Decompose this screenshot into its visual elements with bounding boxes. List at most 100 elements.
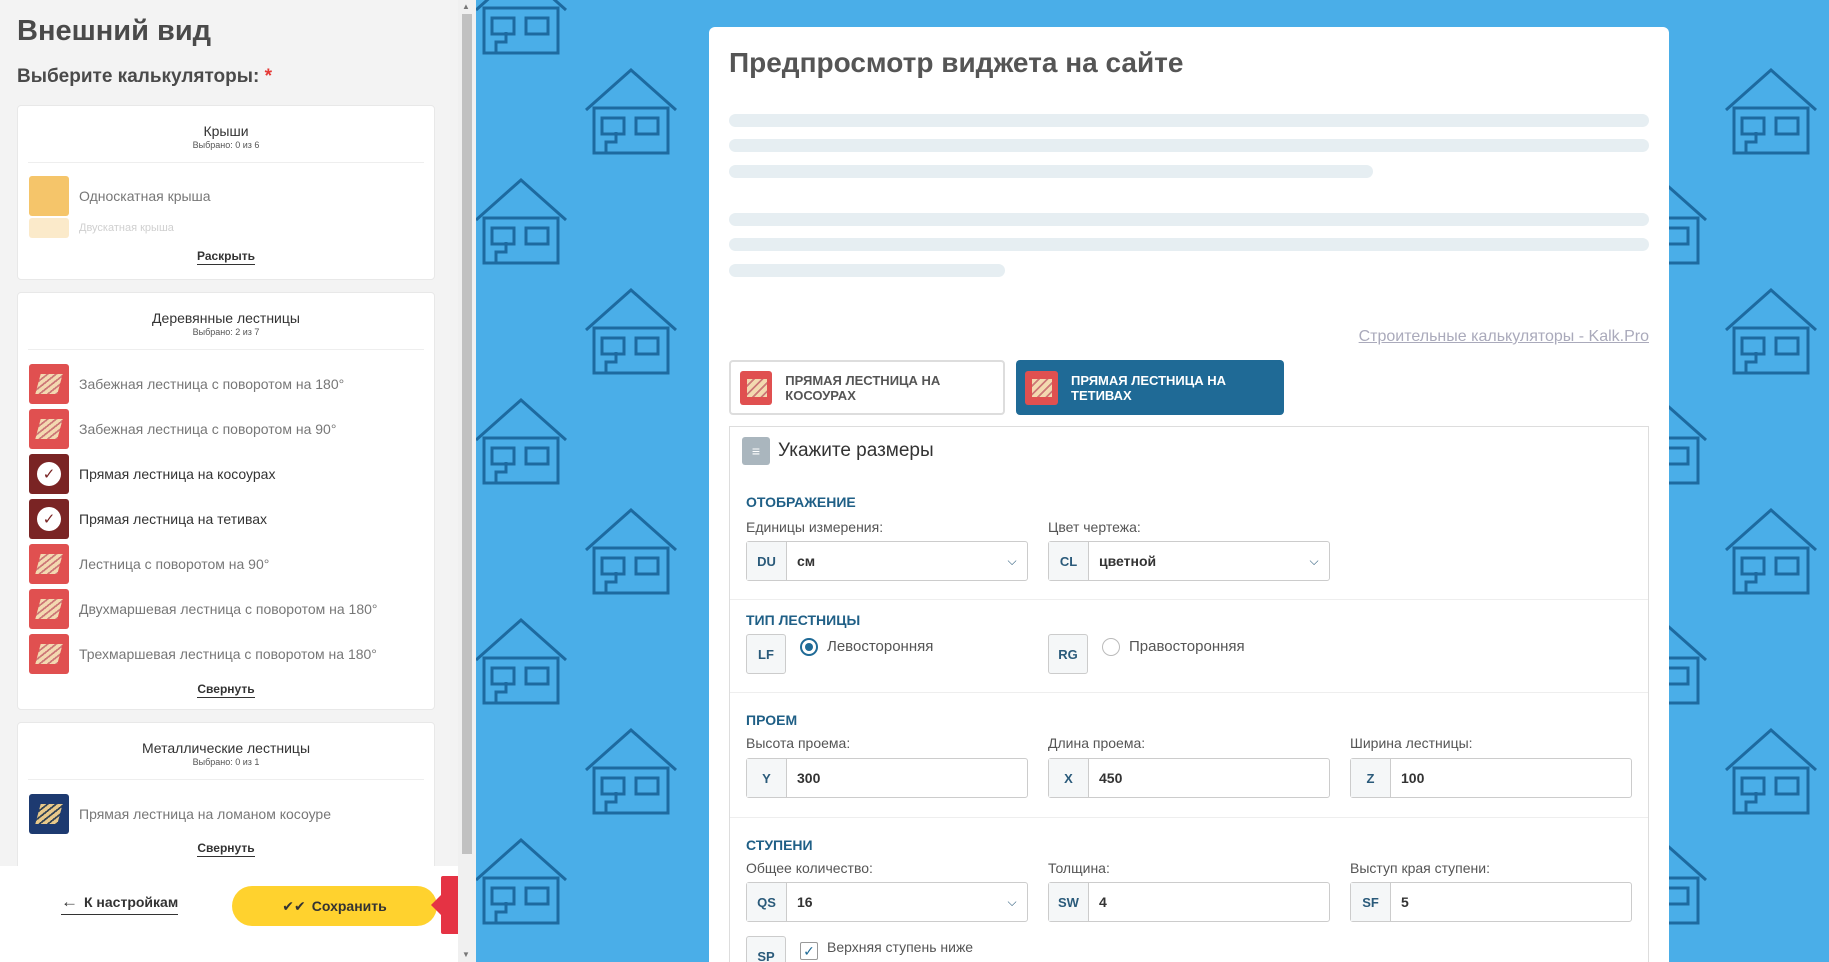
calc-item-selected[interactable]: ✓ Прямая лестница на тетивах [29,499,267,539]
stair-thumbnail [29,544,69,584]
input-value: 5 [1401,894,1409,910]
divider [730,817,1648,818]
field-code: X [1049,759,1089,797]
field-code: Z [1351,759,1391,797]
expand-toggle[interactable]: Раскрыть [18,249,434,265]
tab-straight-bowstring[interactable]: ПРЯМАЯ ЛЕСТНИЦА НА ТЕТИВАХ [1016,360,1284,415]
roof-thumbnail [29,176,69,216]
calc-item-label: Прямая лестница на тетивах [79,511,268,527]
height-input[interactable]: Y 300 [746,758,1028,798]
choose-calculators-label: Выберите калькуляторы: * [17,66,272,88]
divider [730,599,1648,600]
calc-item-label: Двухмаршевая лестница с поворотом на 180… [79,601,378,617]
collapse-label[interactable]: Свернуть [197,841,255,857]
chevron-down-icon: ⌵ [1309,553,1319,568]
stair-thumbnail: ✓ [29,499,69,539]
calc-item[interactable]: Двухмаршевая лестница с поворотом на 180… [29,589,377,629]
step-count-select[interactable]: QS 16 ⌵ [746,882,1028,922]
stair-thumbnail [29,409,69,449]
app-root: Внешний вид Выберите калькуляторы: * Кры… [0,0,1829,962]
calc-item-label: Односкатная крыша [79,188,211,204]
chevron-down-icon: ⌵ [1007,894,1017,909]
text-placeholder [729,165,1373,178]
collapse-toggle[interactable]: Свернуть [18,841,434,857]
field-code: CL [1049,542,1089,580]
top-step-label[interactable]: Верхняя ступень ниже [827,939,973,955]
section-stair-type: ТИП ЛЕСТНИЦЫ [746,612,861,628]
calc-item-label: Двускатная крыша [79,222,174,234]
form-heading: Укажите размеры [778,440,934,461]
calc-item-selected[interactable]: ✓ Прямая лестница на косоурах [29,454,275,494]
dimensions-form: ≡ Укажите размеры ОТОБРАЖЕНИЕ Единицы из… [729,426,1649,962]
calc-item[interactable]: Забежная лестница с поворотом на 90° [29,409,336,449]
width-label: Ширина лестницы: [1350,735,1473,751]
text-placeholder [729,139,1649,152]
chevron-down-icon: ⌵ [1007,553,1017,568]
group-card-roofs: Крыши Выбрано: 0 из 6 Односкатная крыша … [17,105,435,280]
stair-tab-icon [1025,370,1059,405]
required-mark: * [264,66,273,87]
section-display: ОТОБРАЖЕНИЕ [746,494,856,510]
save-button[interactable]: ✔✔ Сохранить [232,886,437,926]
field-code: SW [1049,883,1089,921]
text-placeholder [729,264,1005,277]
group-title: Металлические лестницы [141,740,311,756]
text-placeholder [729,238,1649,251]
select-value: см [797,553,816,569]
input-value: 100 [1401,770,1425,786]
preview-title: Предпросмотр виджета на сайте [729,47,1184,78]
group-card-wooden-stairs: Деревянные лестницы Выбрано: 2 из 7 Забе… [17,292,435,710]
group-card-metal-stairs: Металлические лестницы Выбрано: 0 из 1 П… [17,722,435,872]
calc-item-label: Забежная лестница с поворотом на 180° [79,376,345,392]
back-to-settings-button[interactable]: ← К настройкам [61,892,179,915]
left-side-radio[interactable] [800,638,818,656]
calc-item[interactable]: Прямая лестница на ломаном косоуре [29,794,331,834]
overhang-input[interactable]: SF 5 [1350,882,1632,922]
stair-tab-icon [740,370,773,405]
field-code: RG [1048,634,1088,674]
units-select[interactable]: DU см ⌵ [746,541,1028,581]
group-title: Крыши [203,123,249,139]
width-input[interactable]: Z 100 [1350,758,1632,798]
divider [28,162,424,163]
right-side-label[interactable]: Правосторонняя [1129,638,1245,655]
scroll-down-icon[interactable]: ▼ [462,950,470,959]
calc-item[interactable]: Лестница с поворотом на 90° [29,544,269,584]
tab-label: ПРЯМАЯ ЛЕСТНИЦА НА КОСОУРАХ [785,372,941,403]
drawing-color-label: Цвет чертежа: [1048,519,1141,535]
step-count-label: Общее количество: [746,860,873,876]
text-placeholder [729,114,1649,127]
collapse-toggle[interactable]: Свернуть [18,682,434,698]
left-side-label[interactable]: Левосторонняя [827,638,933,655]
calc-item-label: Прямая лестница на косоурах [79,466,276,482]
calc-item[interactable]: Односкатная крыша [29,176,211,216]
calc-item[interactable]: Трехмаршевая лестница с поворотом на 180… [29,634,377,674]
scrollbar-thumb[interactable] [462,14,472,854]
stair-thumbnail: ✓ [29,454,69,494]
length-input[interactable]: X 450 [1048,758,1330,798]
save-label: Сохранить [311,898,387,914]
top-step-checkbox[interactable]: ✓ [800,942,818,960]
height-label: Высота проема: [746,735,851,751]
thickness-input[interactable]: SW 4 [1048,882,1330,922]
drawing-color-select[interactable]: CL цветной ⌵ [1048,541,1330,581]
group-selected-count: Выбрано: 2 из 7 [192,327,260,337]
field-code: Y [747,759,787,797]
input-value: 450 [1099,770,1123,786]
right-side-radio[interactable] [1102,638,1120,656]
field-code: QS [747,883,787,921]
calc-item[interactable]: Забежная лестница с поворотом на 180° [29,364,344,404]
check-icon: ✓ [37,462,61,486]
calc-item-label: Лестница с поворотом на 90° [79,556,270,572]
scroll-up-icon[interactable]: ▲ [462,2,470,11]
preview-background: Предпросмотр виджета на сайте Строительн… [476,0,1829,962]
collapse-label[interactable]: Свернуть [197,682,255,698]
double-check-icon: ✔✔ [282,897,306,914]
thickness-label: Толщина: [1048,860,1110,876]
tab-straight-stringer[interactable]: ПРЯМАЯ ЛЕСТНИЦА НА КОСОУРАХ [729,360,1005,415]
kalk-pro-link[interactable]: Строительные калькуляторы - Kalk.Pro [1359,328,1649,346]
expand-label[interactable]: Раскрыть [196,249,256,265]
calc-item[interactable]: Двускатная крыша [29,218,174,238]
scrollbar[interactable]: ▲ ▼ [458,0,476,962]
calc-item-label: Трехмаршевая лестница с поворотом на 180… [79,646,377,662]
